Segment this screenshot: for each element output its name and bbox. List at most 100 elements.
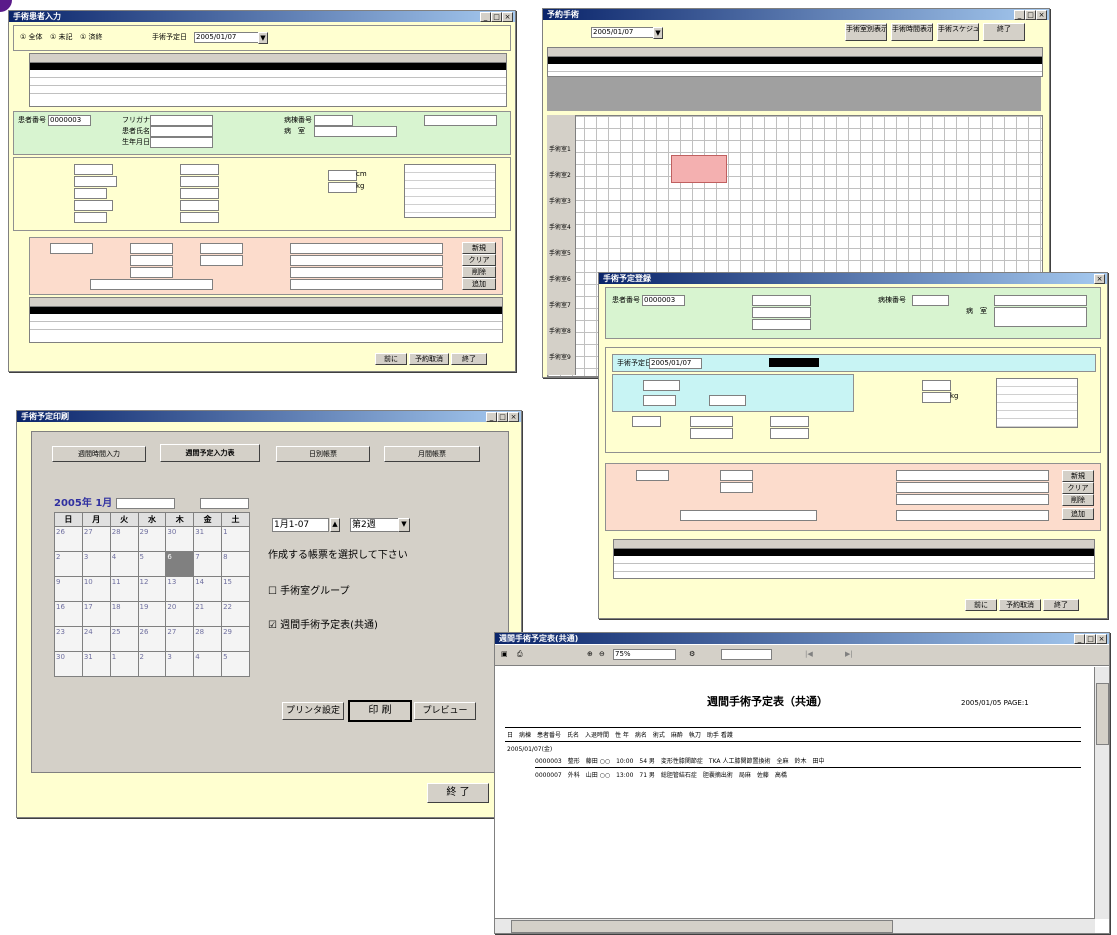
calendar-day[interactable]: 23	[54, 626, 83, 652]
calendar-day[interactable]: 22	[221, 601, 250, 627]
prev-button[interactable]: 前に	[375, 353, 407, 365]
calendar-day[interactable]: 2	[137, 651, 167, 677]
zoom-in-icon[interactable]: ⊕	[587, 650, 593, 659]
option-field-5[interactable]	[770, 428, 809, 439]
table-row[interactable]	[30, 70, 506, 78]
ward-field[interactable]	[912, 295, 949, 306]
duration-field[interactable]	[709, 395, 746, 406]
calendar-day[interactable]: 18	[109, 601, 139, 627]
room-view-button[interactable]: 手術室別表示	[845, 23, 887, 41]
note-field[interactable]	[424, 115, 497, 126]
calendar-day[interactable]: 15	[221, 576, 250, 602]
option-field-1[interactable]	[632, 416, 661, 427]
radio-pending[interactable]: ① 未記	[50, 33, 73, 42]
detail-field-6[interactable]	[180, 164, 219, 175]
detail-field-1[interactable]	[74, 164, 113, 175]
week-select[interactable]: 第2週	[350, 518, 399, 532]
calendar-day[interactable]: 10	[81, 576, 111, 602]
add-button[interactable]: 追加	[462, 278, 496, 290]
weight-field[interactable]	[922, 392, 951, 403]
calendar-day[interactable]: 3	[165, 651, 195, 677]
minimize-icon[interactable]: _	[486, 412, 497, 422]
calendar-day[interactable]: 1	[109, 651, 139, 677]
height-field[interactable]	[328, 170, 357, 181]
table-row[interactable]	[30, 322, 502, 330]
room-field[interactable]	[314, 126, 397, 137]
detail-field-5[interactable]	[74, 212, 107, 223]
date-input[interactable]: 2005/01/07	[591, 27, 654, 38]
date-input[interactable]: 2005/01/07	[194, 32, 259, 43]
new-button[interactable]: 新規	[462, 242, 496, 254]
selected-field[interactable]	[769, 358, 819, 367]
date-spinner[interactable]: ▲	[330, 518, 340, 532]
exit-button[interactable]: 終了	[983, 23, 1025, 41]
calendar-day[interactable]: 29	[137, 526, 167, 552]
calendar-day[interactable]: 4	[109, 551, 139, 577]
horizontal-scrollbar[interactable]	[495, 918, 1095, 933]
kana-field[interactable]	[752, 295, 811, 306]
procedure-field-2[interactable]	[130, 243, 173, 254]
procedure-name-field-1[interactable]	[896, 470, 1049, 481]
birth-field[interactable]	[150, 137, 213, 148]
detail-field-10[interactable]	[180, 212, 219, 223]
checkbox-weekly-common[interactable]: ☑ 週間手術予定表(共通)	[268, 620, 378, 632]
side-list[interactable]	[996, 378, 1078, 428]
option-field-3[interactable]	[690, 428, 733, 439]
new-button[interactable]: 新規	[1062, 470, 1094, 482]
add-button[interactable]: 追加	[1062, 508, 1094, 520]
procedure-name-field-4[interactable]	[290, 279, 443, 290]
height-field[interactable]	[922, 380, 951, 391]
calendar-day[interactable]: 27	[165, 626, 195, 652]
calendar-day[interactable]: 1	[221, 526, 250, 552]
table-row[interactable]	[30, 314, 502, 322]
date-field[interactable]: 2005/01/07	[649, 358, 702, 369]
patient-id-field[interactable]: 0000003	[48, 115, 91, 126]
checkbox-room-group[interactable]: ☐ 手術室グループ	[268, 586, 350, 598]
table-row[interactable]	[614, 556, 1094, 564]
calendar-day[interactable]: 28	[193, 626, 223, 652]
start-time-field[interactable]	[643, 380, 680, 391]
table-row[interactable]	[30, 86, 506, 94]
calendar-day[interactable]: 31	[193, 526, 223, 552]
exit-button[interactable]: 終了	[451, 353, 487, 365]
zoom-out-icon[interactable]: ⊖	[599, 650, 605, 659]
grid-selected-row[interactable]	[614, 549, 1094, 556]
remarks-field[interactable]	[90, 279, 213, 290]
month-select[interactable]	[116, 498, 175, 509]
radio-done[interactable]: ① 済終	[80, 33, 103, 42]
close-icon[interactable]: ×	[508, 412, 519, 422]
procedure-name-field-2[interactable]	[896, 482, 1049, 493]
detail-field-9[interactable]	[180, 200, 219, 211]
calendar-day[interactable]: 30	[54, 651, 83, 677]
date-dropdown[interactable]: ▼	[653, 27, 663, 39]
calendar-day[interactable]: 12	[137, 576, 167, 602]
print-button[interactable]: 印 刷	[348, 700, 412, 722]
calendar-day[interactable]: 6	[165, 551, 195, 577]
patient-grid[interactable]	[29, 53, 507, 107]
procedure-field-6[interactable]	[200, 255, 243, 266]
printer-settings-button[interactable]: プリンタ設定	[282, 702, 344, 720]
tab-daily-report[interactable]: 日別帳票	[276, 446, 370, 462]
ward-field[interactable]	[314, 115, 353, 126]
calendar-day[interactable]: 17	[81, 601, 111, 627]
nav-first-icon[interactable]: |◀	[805, 650, 813, 659]
scroll-thumb[interactable]	[511, 920, 893, 933]
week-dropdown[interactable]: ▼	[398, 518, 410, 532]
side-list[interactable]	[404, 164, 496, 218]
calendar-day[interactable]: 2	[54, 551, 83, 577]
delete-button[interactable]: 削除	[462, 266, 496, 278]
procedure-grid[interactable]	[29, 297, 503, 343]
radio-all[interactable]: ① 全体	[20, 33, 43, 42]
address-field[interactable]	[994, 307, 1087, 327]
page-field[interactable]	[721, 649, 772, 660]
calendar-day[interactable]: 28	[109, 526, 139, 552]
prev-button[interactable]: 前に	[965, 599, 997, 611]
cancel-button[interactable]: 予約取消	[409, 353, 449, 365]
maximize-icon[interactable]: □	[1025, 10, 1036, 20]
scheduled-block[interactable]	[671, 155, 727, 183]
calendar-day[interactable]: 14	[193, 576, 223, 602]
detail-field-4[interactable]	[74, 200, 113, 211]
calendar-day[interactable]: 8	[221, 551, 250, 577]
calendar-day[interactable]: 27	[81, 526, 111, 552]
scroll-thumb[interactable]	[1096, 683, 1109, 745]
